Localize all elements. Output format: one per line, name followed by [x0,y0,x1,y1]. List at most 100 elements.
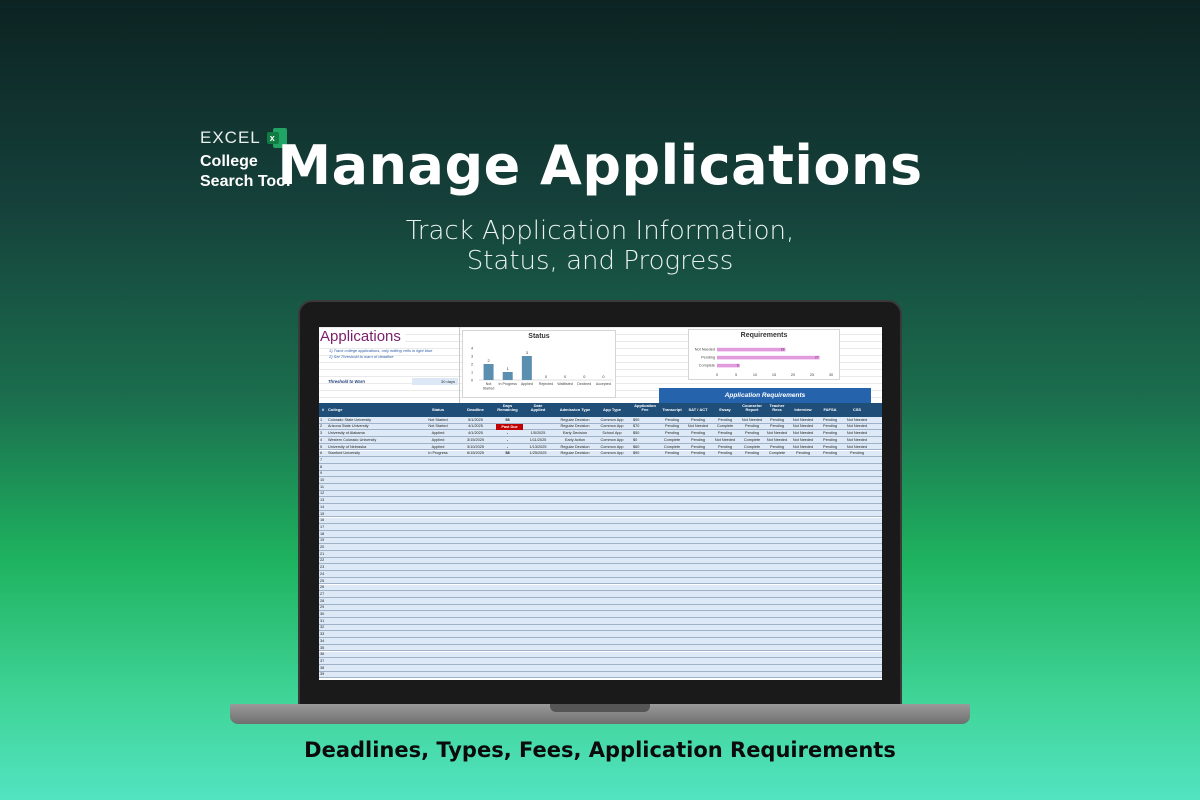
cell-fee[interactable]: $0 [633,438,637,442]
table-row[interactable]: 1 Colorado State University Not Started 5/1… [319,417,882,424]
empty-table-row[interactable]: 20 [319,544,882,551]
cell-apptype[interactable]: Common App [597,438,627,442]
cell-sat[interactable]: Not Needed [684,424,712,428]
cell-sat[interactable]: Pending [684,431,712,435]
cell-fee[interactable]: $60 [633,445,639,449]
cell-teacher[interactable]: Pending [763,445,791,449]
cell-fafsa[interactable]: Pending [817,418,843,422]
cell-interview[interactable]: Not Needed [789,431,817,435]
cell-applied[interactable]: 1/25/2025 [524,451,552,455]
cell-college[interactable]: Arizona State University [328,424,369,428]
cell-applied[interactable]: 1/13/2025 [524,445,552,449]
cell-college[interactable]: University of Alabama [328,431,365,435]
cell-sat[interactable]: Pending [684,418,712,422]
cell-deadline[interactable]: 4/1/2025 [461,424,490,428]
cell-admission[interactable]: Regular Decision [555,418,595,422]
cell-sat[interactable]: Pending [684,451,712,455]
cell-css[interactable]: Not Needed [843,438,871,442]
cell-essay[interactable]: Pending [712,451,738,455]
cell-essay[interactable]: Pending [712,431,738,435]
empty-table-row[interactable]: 24 [319,571,882,578]
cell-css[interactable]: Not Needed [843,445,871,449]
cell-deadline[interactable]: 3/15/2025 [461,438,490,442]
cell-admission[interactable]: Regular Decision [555,424,595,428]
cell-college[interactable]: Western Colorado University [328,438,376,442]
cell-applied[interactable]: 1/5/2025 [524,431,552,435]
cell-num[interactable]: 6 [320,451,322,455]
cell-fee[interactable]: $90 [633,418,639,422]
table-row[interactable]: 4 Western Colorado University Applied 3/15/… [319,437,882,444]
empty-table-row[interactable]: 32 [319,624,882,632]
table-row[interactable]: 6 Stanford University In Progress 6/15/2025… [319,450,882,458]
cell-apptype[interactable]: Common App [597,451,627,455]
empty-table-row[interactable]: 16 [319,517,882,525]
cell-admission[interactable]: Regular Decision [555,445,595,449]
cell-status[interactable]: Applied [423,438,453,442]
empty-table-row[interactable]: 18 [319,530,882,538]
cell-teacher[interactable]: Pending [763,418,791,422]
cell-css[interactable]: Pending [843,451,871,455]
cell-fafsa[interactable]: Pending [817,445,843,449]
empty-table-row[interactable]: 13 [319,497,882,505]
table-row[interactable]: 2 Arizona State University Not Started 4/1/… [319,423,882,431]
cell-transcript[interactable]: Complete [657,438,687,442]
empty-table-row[interactable]: 22 [319,557,882,565]
empty-table-row[interactable]: 17 [319,524,882,531]
cell-status[interactable]: Not Started [423,418,453,422]
table-row[interactable]: 5 University of Nebraska Applied 3/10/2025-… [319,443,882,451]
cell-status[interactable]: Not Started [423,424,453,428]
cell-apptype[interactable]: School App [597,431,627,435]
threshold-input[interactable]: 30 days [412,378,458,385]
cell-days[interactable]: - [491,445,524,449]
empty-table-row[interactable]: 36 [319,651,882,659]
cell-days[interactable]: - [491,431,524,435]
empty-table-row[interactable]: 23 [319,564,882,572]
cell-applied[interactable]: 1/11/2025 [524,438,552,442]
cell-fee[interactable]: $50 [633,431,639,435]
cell-fafsa[interactable]: Pending [817,451,843,455]
cell-transcript[interactable]: Complete [657,445,687,449]
empty-table-row[interactable]: 35 [319,644,882,652]
cell-status[interactable]: In Progress [423,451,453,455]
cell-admission[interactable]: Regular Decision [555,451,595,455]
cell-interview[interactable]: Not Needed [789,438,817,442]
empty-table-row[interactable]: 37 [319,658,882,665]
cell-college[interactable]: Colorado State University [328,418,371,422]
cell-fee[interactable]: $70 [633,424,639,428]
empty-table-row[interactable]: 28 [319,597,882,605]
cell-college[interactable]: University of Nebraska [328,445,366,449]
empty-table-row[interactable]: 29 [319,604,882,612]
cell-teacher[interactable]: Pending [763,424,791,428]
cell-interview[interactable]: Not Needed [789,445,817,449]
cell-days[interactable]: - [491,438,524,442]
cell-deadline[interactable]: 4/1/2025 [461,431,490,435]
empty-table-row[interactable]: 25 [319,577,882,585]
cell-num[interactable]: 2 [320,424,322,428]
empty-table-row[interactable]: 26 [319,584,882,592]
empty-table-row[interactable]: 9 [319,470,882,478]
cell-deadline[interactable]: 3/10/2025 [461,445,490,449]
empty-table-row[interactable]: 19 [319,537,882,545]
empty-table-row[interactable]: 33 [319,631,882,639]
empty-table-row[interactable]: 39 [319,671,882,679]
empty-table-row[interactable]: 38 [319,664,882,672]
cell-apptype[interactable]: Common App [597,418,627,422]
cell-interview[interactable]: Pending [789,451,817,455]
empty-table-row[interactable]: 8 [319,463,882,471]
cell-num[interactable]: 1 [320,418,322,422]
cell-teacher[interactable]: Complete [763,451,791,455]
cell-status[interactable]: Applied [423,445,453,449]
empty-table-row[interactable]: 15 [319,510,882,518]
cell-transcript[interactable]: Pending [657,418,687,422]
cell-num[interactable]: 3 [320,431,322,435]
cell-deadline[interactable]: 5/1/2025 [461,418,490,422]
cell-college[interactable]: Stanford University [328,451,360,455]
empty-table-row[interactable]: 12 [319,490,882,498]
empty-table-row[interactable]: 21 [319,551,882,558]
empty-table-row[interactable]: 27 [319,591,882,598]
cell-transcript[interactable]: Pending [657,451,687,455]
cell-sat[interactable]: Pending [684,445,712,449]
empty-table-row[interactable]: 34 [319,638,882,645]
cell-teacher[interactable]: Not Needed [763,438,791,442]
empty-table-row[interactable]: 7 [319,457,882,464]
